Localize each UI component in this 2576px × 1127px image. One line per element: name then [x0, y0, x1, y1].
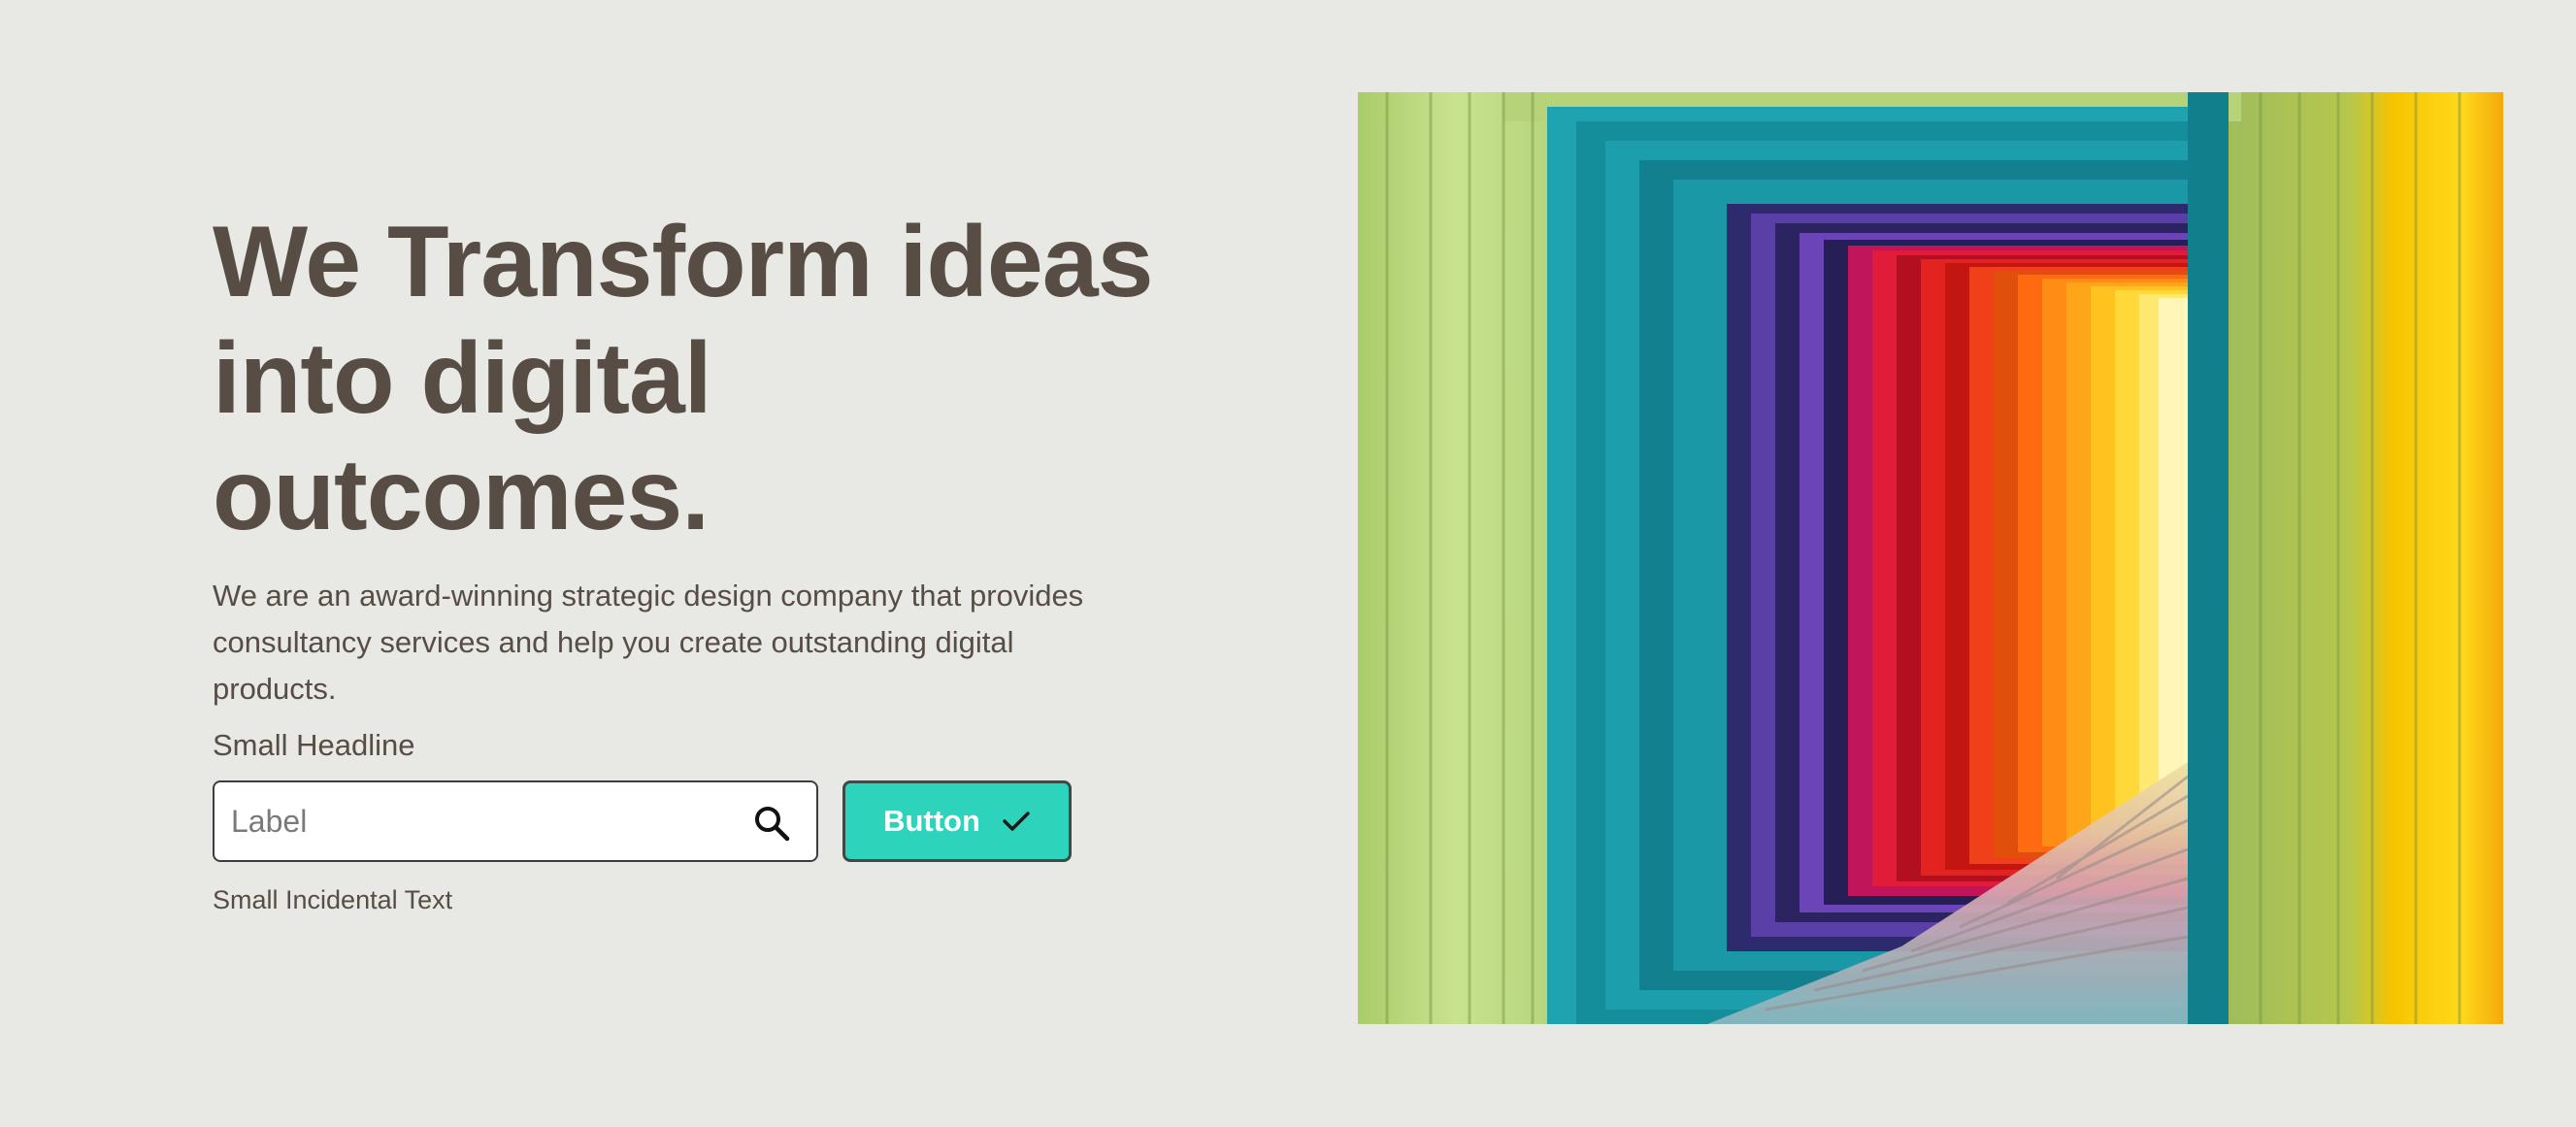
- rainbow-corridor-illustration: [1358, 92, 2503, 1024]
- search-form: Button: [213, 780, 1183, 862]
- headline-line: We Transform ideas: [213, 206, 1153, 318]
- incidental-text: Small Incidental Text: [213, 885, 453, 914]
- search-field: [213, 780, 818, 862]
- button-label: Button: [883, 804, 980, 838]
- search-icon[interactable]: [752, 804, 791, 843]
- headline-line: outcomes.: [213, 439, 710, 551]
- primary-button[interactable]: Button: [842, 780, 1072, 862]
- hero-text-column: We Transform ideas into digital outcomes…: [213, 204, 1183, 916]
- check-icon: [1003, 812, 1030, 831]
- corridor-end-light: [2159, 298, 2188, 817]
- small-headline: Small Headline: [213, 728, 415, 762]
- right-wall: [2227, 92, 2503, 1024]
- rainbow-corridor-image: [1358, 92, 2503, 1024]
- page-title: We Transform ideas into digital outcomes…: [213, 204, 1183, 553]
- hero-description: We are an award-winning strategic design…: [213, 579, 1084, 706]
- search-input[interactable]: [215, 782, 816, 860]
- headline-line: into digital: [213, 322, 712, 435]
- right-teal-post: [2188, 92, 2229, 1024]
